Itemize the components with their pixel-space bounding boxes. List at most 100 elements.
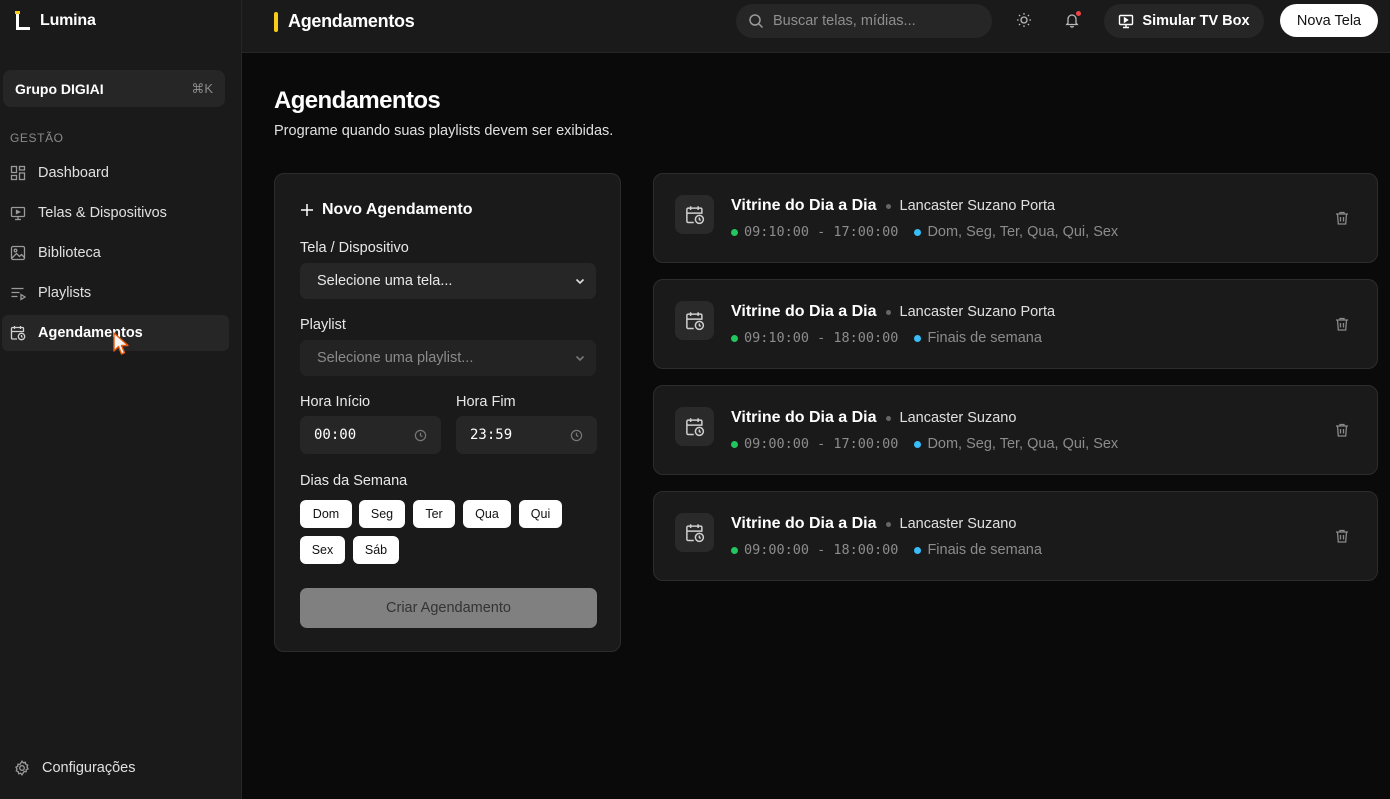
brand-name: Lumina (40, 12, 96, 29)
separator-dot (885, 309, 891, 315)
schedule-time: 09:10:00 - 18:00:00 (744, 330, 899, 346)
topbar-title: Agendamentos (274, 11, 415, 32)
schedule-screen: Lancaster Suzano (899, 410, 1017, 426)
end-time-label: Hora Fim (456, 394, 516, 410)
sun-icon (1017, 13, 1031, 27)
schedule-days: Finais de semana (927, 542, 1042, 558)
day-toggle-mon[interactable]: Seg (359, 500, 405, 528)
trash-icon[interactable] (1334, 528, 1350, 544)
schedule-days: Finais de semana (927, 330, 1042, 346)
sidebar-item-label: Biblioteca (38, 245, 101, 261)
separator-dot (885, 203, 891, 209)
form-heading-text: Novo Agendamento (322, 201, 473, 218)
lumina-logo-icon (14, 11, 30, 31)
create-schedule-button[interactable]: Criar Agendamento (300, 588, 597, 628)
image-icon (10, 245, 26, 261)
playlist-select[interactable]: Selecione uma playlist... (300, 340, 596, 376)
tv-icon (1119, 14, 1134, 29)
search-box[interactable] (736, 4, 992, 38)
day-toggle-sun[interactable]: Dom (300, 500, 352, 528)
schedule-time: 09:00:00 - 17:00:00 (744, 436, 899, 452)
schedule-card[interactable]: Vitrine do Dia a Dia Lancaster Suzano 09… (653, 491, 1378, 581)
mouse-cursor-icon (113, 332, 129, 355)
topbar-title-text: Agendamentos (288, 11, 415, 31)
page-subtitle: Programe quando suas playlists devem ser… (274, 123, 614, 139)
screen-label: Tela / Dispositivo (300, 240, 409, 256)
monitor-icon (10, 205, 26, 221)
start-time-input[interactable]: 00:00 (300, 416, 441, 454)
chevron-down-icon (575, 278, 585, 285)
trash-icon[interactable] (1334, 210, 1350, 226)
theme-toggle-button[interactable] (1014, 10, 1034, 30)
calendar-clock-icon (675, 301, 714, 340)
search-input[interactable] (773, 13, 973, 29)
start-time-value: 00:00 (314, 427, 357, 443)
sidebar: Lumina Grupo DIGIAI ⌘K GESTÃO Dashboard … (0, 0, 242, 799)
org-switcher[interactable]: Grupo DIGIAI ⌘K (3, 70, 225, 107)
title-accent-bar (274, 11, 278, 32)
day-toggle-fri[interactable]: Sex (300, 536, 345, 564)
calendar-clock-icon (10, 325, 26, 341)
schedule-card[interactable]: Vitrine do Dia a Dia Lancaster Suzano Po… (653, 279, 1378, 369)
calendar-clock-icon (675, 407, 714, 446)
calendar-clock-icon (675, 513, 714, 552)
schedule-meta: 09:00:00 - 18:00:00 Finais de semana (731, 542, 1042, 558)
schedule-title: Vitrine do Dia a Dia Lancaster Suzano Po… (731, 303, 1055, 321)
schedule-days: Dom, Seg, Ter, Qua, Qui, Sex (927, 224, 1119, 240)
brand[interactable]: Lumina (14, 10, 96, 32)
clock-icon[interactable] (570, 429, 583, 442)
schedule-playlist: Vitrine do Dia a Dia (731, 515, 877, 532)
end-time-value: 23:59 (470, 427, 513, 443)
org-shortcut: ⌘K (191, 80, 213, 96)
topbar: Agendamentos Simular TV Box Nova Tela (242, 0, 1390, 53)
schedule-card[interactable]: Vitrine do Dia a Dia Lancaster Suzano Po… (653, 173, 1378, 263)
notifications-button[interactable] (1062, 10, 1082, 30)
sidebar-item-label: Playlists (38, 285, 92, 301)
schedule-title: Vitrine do Dia a Dia Lancaster Suzano Po… (731, 197, 1055, 215)
schedule-meta: 09:10:00 - 17:00:00 Dom, Seg, Ter, Qua, … (731, 224, 1118, 240)
days-dot (914, 546, 922, 554)
days-dot (914, 440, 922, 448)
separator-dot (885, 415, 891, 421)
new-schedule-form: Novo Agendamento Tela / Dispositivo Sele… (274, 173, 621, 652)
schedule-time: 09:10:00 - 17:00:00 (744, 224, 899, 240)
sidebar-section-label: GESTÃO (10, 131, 64, 145)
sidebar-item-settings[interactable]: Configurações (14, 760, 136, 776)
day-toggle-tue[interactable]: Ter (413, 500, 455, 528)
sidebar-item-label: Telas & Dispositivos (38, 205, 167, 221)
schedule-title: Vitrine do Dia a Dia Lancaster Suzano (731, 409, 1016, 427)
sidebar-item-playlists[interactable]: Playlists (2, 275, 229, 311)
form-heading: Novo Agendamento (300, 201, 473, 219)
trash-icon[interactable] (1334, 422, 1350, 438)
schedule-meta: 09:10:00 - 18:00:00 Finais de semana (731, 330, 1042, 346)
search-icon (749, 14, 764, 29)
simulate-tvbox-button[interactable]: Simular TV Box (1104, 4, 1264, 38)
schedule-playlist: Vitrine do Dia a Dia (731, 303, 877, 320)
schedule-days: Dom, Seg, Ter, Qua, Qui, Sex (927, 436, 1119, 452)
start-time-label: Hora Início (300, 394, 371, 410)
schedule-playlist: Vitrine do Dia a Dia (731, 409, 877, 426)
playlist-label: Playlist (300, 317, 346, 333)
schedule-meta: 09:00:00 - 17:00:00 Dom, Seg, Ter, Qua, … (731, 436, 1118, 452)
gear-icon (14, 760, 30, 776)
sidebar-item-dashboard[interactable]: Dashboard (2, 155, 229, 191)
trash-icon[interactable] (1334, 316, 1350, 332)
day-toggle-thu[interactable]: Qui (519, 500, 562, 528)
new-screen-button[interactable]: Nova Tela (1280, 4, 1378, 37)
playlist-icon (10, 285, 26, 301)
dashboard-icon (10, 165, 26, 181)
screen-select[interactable]: Selecione uma tela... (300, 263, 596, 299)
sidebar-item-screens[interactable]: Telas & Dispositivos (2, 195, 229, 231)
schedule-title: Vitrine do Dia a Dia Lancaster Suzano (731, 515, 1016, 533)
end-time-input[interactable]: 23:59 (456, 416, 597, 454)
day-toggle-sat[interactable]: Sáb (353, 536, 399, 564)
schedule-card[interactable]: Vitrine do Dia a Dia Lancaster Suzano 09… (653, 385, 1378, 475)
days-label: Dias da Semana (300, 473, 408, 489)
sidebar-item-library[interactable]: Biblioteca (2, 235, 229, 271)
status-dot (731, 228, 738, 236)
org-name: Grupo DIGIAI (15, 80, 104, 97)
clock-icon[interactable] (414, 429, 427, 442)
day-toggle-wed[interactable]: Qua (463, 500, 511, 528)
notification-dot (1076, 11, 1081, 16)
separator-dot (885, 521, 891, 527)
